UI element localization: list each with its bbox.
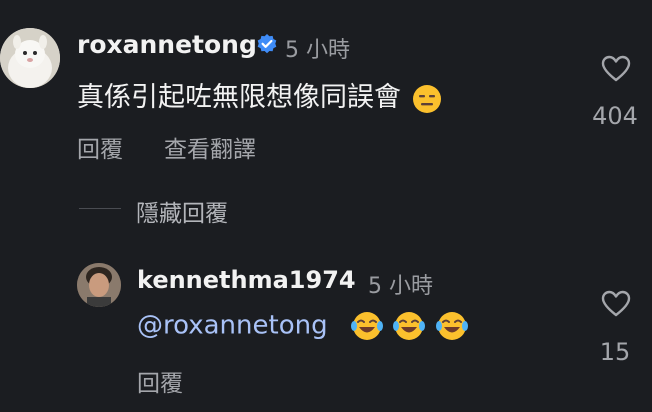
profile-photo-image: [77, 263, 121, 307]
like-count: 404: [592, 102, 638, 130]
verified-badge-icon: [257, 34, 277, 54]
reply-time: 5 小時: [368, 274, 433, 299]
reply-button[interactable]: 回覆: [77, 130, 123, 164]
avatar-roxannetong[interactable]: [0, 28, 60, 88]
mention-link[interactable]: @roxannetong: [137, 311, 328, 341]
replies-divider: [79, 208, 121, 209]
reply-text: @roxannetong: [137, 310, 469, 342]
expressionless-face-icon: [412, 84, 441, 113]
avatar-kennethma1974[interactable]: [77, 263, 121, 307]
alpaca-plush-image: [0, 28, 60, 88]
tears-of-joy-icon: [435, 312, 468, 340]
hide-replies-button[interactable]: 隱藏回覆: [136, 194, 228, 228]
reply-like-heart-icon[interactable]: [601, 290, 631, 318]
comment-text: 真係引起咗無限想像同誤會: [77, 75, 442, 114]
see-translation-button[interactable]: 查看翻譯: [164, 130, 256, 164]
comment-username[interactable]: roxannetong: [77, 30, 257, 59]
like-heart-icon[interactable]: [601, 55, 631, 83]
reply-like-count: 15: [599, 338, 631, 366]
reply-username[interactable]: kennethma1974: [137, 266, 356, 294]
tears-of-joy-icon: [393, 312, 426, 340]
comment-text-content: 真係引起咗無限想像同誤會: [77, 82, 401, 113]
tears-of-joy-icon: [351, 312, 384, 340]
reply-to-reply-button[interactable]: 回覆: [137, 364, 183, 398]
comment-time: 5 小時: [285, 38, 350, 63]
